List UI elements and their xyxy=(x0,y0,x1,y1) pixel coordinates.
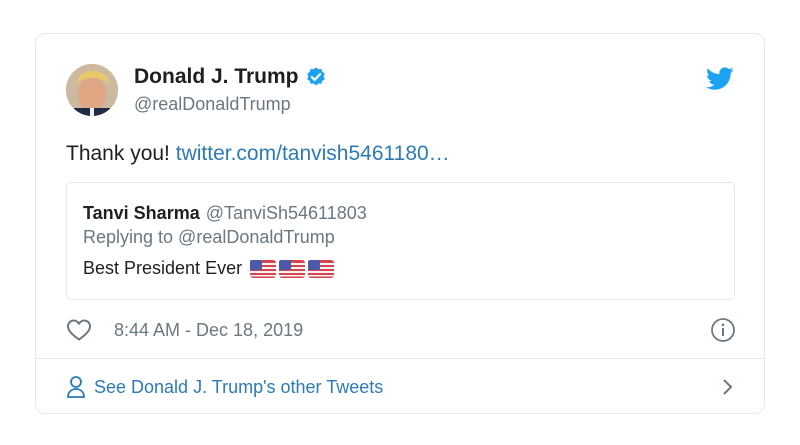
author-name-row[interactable]: Donald J. Trump xyxy=(134,65,327,89)
tweet-text: Thank you! twitter.com/tanvish5461180… xyxy=(66,142,450,166)
quoted-author-handle: @TanviSh54611803 xyxy=(205,203,367,223)
info-icon[interactable] xyxy=(710,317,736,343)
us-flag-icon xyxy=(279,259,306,278)
us-flag-icon xyxy=(308,259,335,278)
quoted-author-name: Tanvi Sharma xyxy=(83,203,200,223)
heart-icon[interactable] xyxy=(66,318,92,342)
divider xyxy=(36,358,764,359)
timestamp[interactable]: 8:44 AM - Dec 18, 2019 xyxy=(114,320,303,341)
embedded-tweet-card: Donald J. Trump @realDonaldTrump Thank y… xyxy=(35,33,765,414)
tweet-link[interactable]: twitter.com/tanvish5461180… xyxy=(176,142,450,165)
quoted-text-row: Best President Ever xyxy=(83,258,335,279)
verified-badge-icon xyxy=(306,67,325,86)
author-name[interactable]: Donald J. Trump xyxy=(134,65,299,89)
quoted-header: Tanvi Sharma @TanviSh54611803 xyxy=(83,203,367,224)
chevron-right-icon[interactable] xyxy=(722,378,734,396)
flag-emojis xyxy=(250,259,335,278)
quoted-text: Best President Ever xyxy=(83,258,243,278)
tweet-body: Thank you! xyxy=(66,142,170,165)
author-handle[interactable]: @realDonaldTrump xyxy=(134,94,291,115)
person-icon xyxy=(67,376,85,398)
tweet-meta: 8:44 AM - Dec 18, 2019 xyxy=(66,317,736,343)
quoted-reply-context: Replying to @realDonaldTrump xyxy=(83,227,335,247)
avatar[interactable] xyxy=(66,64,118,116)
us-flag-icon xyxy=(250,259,277,278)
quoted-tweet[interactable]: Tanvi Sharma @TanviSh54611803 Replying to… xyxy=(66,182,735,300)
other-tweets-row[interactable]: See Donald J. Trump's other Tweets xyxy=(66,372,736,402)
twitter-bird-icon[interactable] xyxy=(706,67,734,91)
other-tweets-link[interactable]: See Donald J. Trump's other Tweets xyxy=(94,377,383,398)
